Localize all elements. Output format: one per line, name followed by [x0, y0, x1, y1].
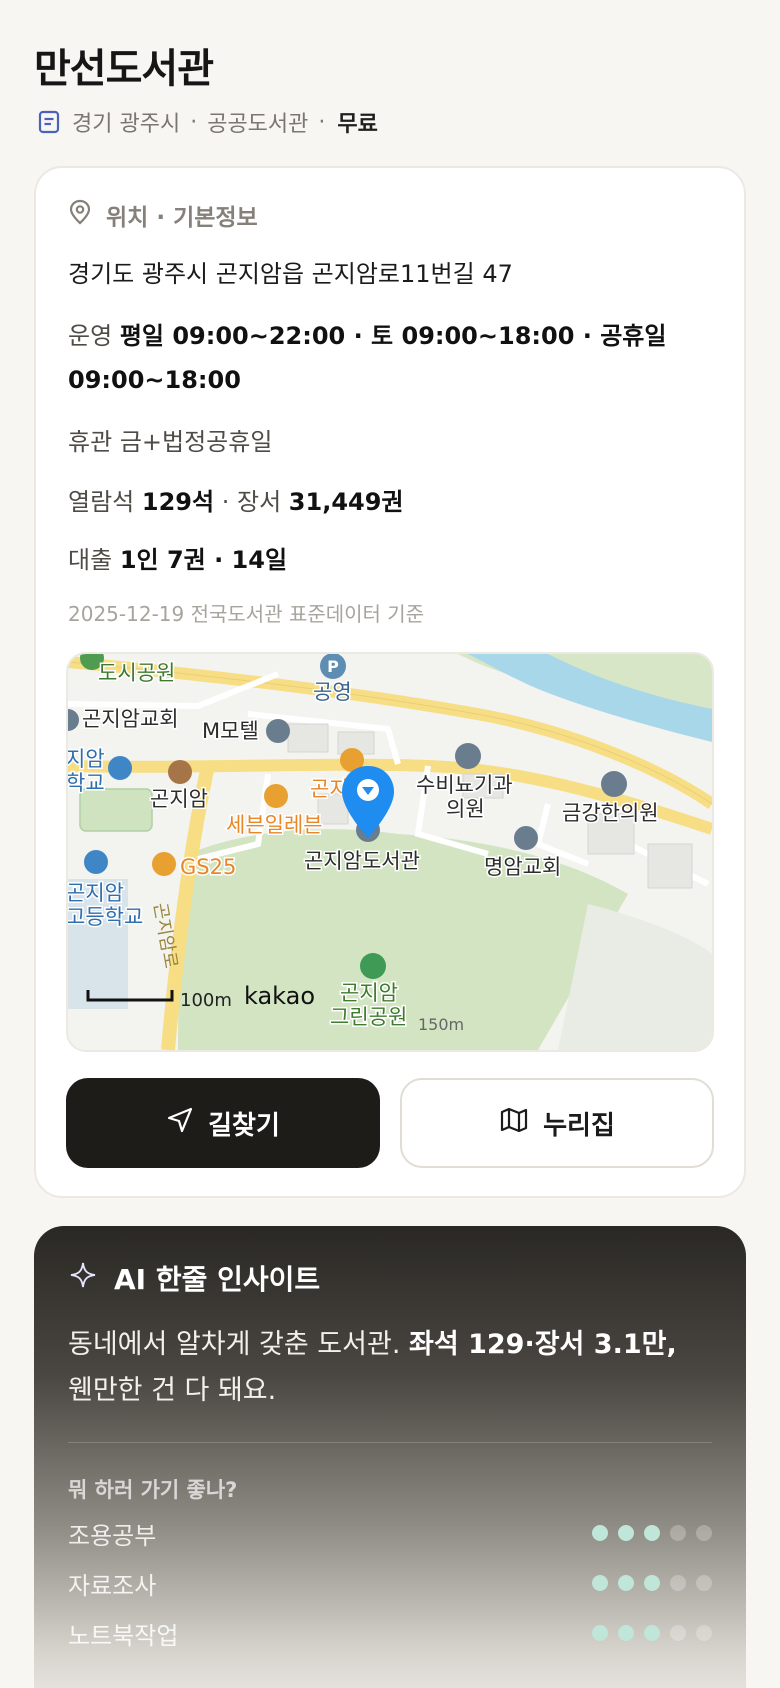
data-basis: 2025-12-19 전국도서관 표준데이터 기준: [68, 602, 425, 626]
section-header: 위치 · 기본정보: [68, 198, 258, 232]
nurijip-button[interactable]: 누리집: [400, 1078, 714, 1168]
closed-line: 휴관 금+법정공휴일: [68, 422, 272, 457]
map-label-school2a: 곤지암: [68, 881, 124, 905]
loan-line: 대출 1인 7권 · 14일: [68, 540, 287, 575]
map-label-clinic-kr: 금강한의원: [562, 801, 659, 825]
map-scale: 100m: [180, 990, 232, 1011]
map-brand: kakao: [244, 982, 315, 1010]
hours-line: 운영 평일 09:00~22:00 · 토 09:00~18:00 · 공휴일 …: [68, 314, 708, 402]
map-label-gonjiam: 곤지암: [150, 787, 208, 811]
map-fold-icon: [499, 1106, 529, 1141]
rating-dot: [670, 1575, 686, 1591]
map-label-gs25: GS25: [180, 855, 236, 879]
rating-dot: [618, 1575, 634, 1591]
books-value: 31,449권: [288, 488, 404, 516]
map-label-public: 공영: [313, 680, 352, 704]
closed-value: 금+법정공휴일: [119, 428, 273, 456]
rating-label: 노트북작업: [68, 1621, 179, 1650]
summary-tail: 웬만한 건 다 돼요.: [68, 1375, 277, 1406]
fee-text: 무료: [337, 112, 378, 137]
address-text: 경기도 광주시 곤지암읍 곤지암로11번길 47: [68, 260, 513, 288]
map-label-park-top: 도시공원: [98, 661, 175, 685]
rating-dot: [592, 1625, 608, 1641]
rating-dot: [696, 1625, 712, 1641]
divider: [68, 1442, 712, 1443]
map-label-library: 곤지암도서관: [304, 849, 420, 873]
loan-label: 대출: [68, 546, 113, 574]
map-label-church2: 명암교회: [484, 855, 561, 879]
hours-value: 평일 09:00~22:00 · 토 09:00~18:00 · 공휴일 09:…: [68, 322, 667, 394]
map-label-motel: M모텔: [202, 719, 259, 743]
map-label-school1b: 학교: [68, 771, 105, 795]
map-label-clinic-b: 의원: [446, 797, 485, 821]
usage-question: 뭐 하러 가기 좋나?: [68, 1478, 238, 1502]
summary-bold: 좌석 129·장서 3.1만,: [409, 1329, 677, 1360]
ai-insight-card: AI 한줄 인사이트 동네에서 알차게 갖춘 도서관. 좌석 129·장서 3.…: [34, 1226, 746, 1688]
map-label-school1a: 지암: [68, 747, 105, 771]
meta-separator: ·: [318, 109, 326, 135]
rating-dot: [618, 1525, 634, 1541]
rating-label: 조용공부: [68, 1521, 157, 1550]
ai-insight-summary: 동네에서 알차게 갖춘 도서관. 좌석 129·장서 3.1만, 웬만한 건 다…: [68, 1322, 708, 1414]
sparkle-icon: [70, 1262, 96, 1295]
rating-dot: [592, 1575, 608, 1591]
map-label-park-bottom-a: 곤지암: [340, 981, 398, 1005]
library-meta: 경기 광주시 · 공공도서관 · 무료: [36, 106, 378, 138]
rating-row: 자료조사: [68, 1566, 712, 1600]
rating-dot: [644, 1525, 660, 1541]
section-title: 위치 · 기본정보: [106, 205, 258, 231]
rating-dot: [592, 1525, 608, 1541]
map-label-school2b: 고등학교: [68, 905, 143, 929]
rating-row: 조용공부: [68, 1516, 712, 1550]
rating-dots: [592, 1575, 712, 1591]
rating-dot: [644, 1625, 660, 1641]
location-map[interactable]: P 도시공원 공영 곤지암교회 M모텔 지암 학교 곤지암 곤지 세븐일레븐 수…: [66, 652, 714, 1052]
rating-dot: [670, 1625, 686, 1641]
rating-row: 노트북작업: [68, 1616, 712, 1650]
region-text: 경기 광주시: [72, 112, 181, 137]
map-label-clinic-a: 수비뇨기과: [416, 773, 513, 797]
map-label-park-bottom-b: 그린공원: [330, 1005, 407, 1029]
nurijip-label: 누리집: [543, 1110, 615, 1141]
rating-dots: [592, 1625, 712, 1641]
summary-plain: 동네에서 알차게 갖춘 도서관.: [68, 1329, 401, 1360]
directions-label: 길찾기: [208, 1110, 280, 1141]
seats-value: 129석: [141, 488, 215, 516]
map-label-seven: 세븐일레븐: [226, 813, 323, 837]
rating-dot: [644, 1575, 660, 1591]
info-card: 위치 · 기본정보 경기도 광주시 곤지암읍 곤지암로11번길 47 운영 평일…: [34, 166, 746, 1198]
ai-insight-title: AI 한줄 인사이트: [114, 1263, 321, 1296]
directions-button[interactable]: 길찾기: [66, 1078, 380, 1168]
collection-line: 열람석 129석 · 장서 31,449권: [68, 488, 404, 516]
category-text: 공공도서관: [207, 112, 309, 137]
seats-label: 열람석: [68, 488, 135, 516]
rating-dot: [670, 1525, 686, 1541]
loan-value: 1인 7권 · 14일: [119, 546, 288, 574]
meta-separator: ·: [190, 109, 198, 135]
location-pin-icon: [68, 199, 92, 231]
map-label-church1: 곤지암교회: [82, 707, 179, 731]
ai-insight-header: AI 한줄 인사이트: [70, 1258, 320, 1298]
document-icon: [36, 109, 62, 135]
hours-label: 운영: [68, 322, 113, 350]
map-label-parking: P: [327, 657, 339, 676]
rating-dot: [618, 1625, 634, 1641]
navigation-arrow-icon: [166, 1106, 194, 1141]
rating-label: 자료조사: [68, 1571, 157, 1600]
rating-dots: [592, 1525, 712, 1541]
library-detail-page: 만선도서관 경기 광주시 · 공공도서관 · 무료 위치 · 기본정보 경기도 …: [0, 0, 780, 1688]
rating-dot: [696, 1575, 712, 1591]
map-distance: 150m: [418, 1015, 464, 1034]
page-title: 만선도서관: [34, 46, 214, 92]
closed-label: 휴관: [68, 428, 113, 456]
books-label: 장서: [236, 488, 282, 516]
rating-dot: [696, 1525, 712, 1541]
